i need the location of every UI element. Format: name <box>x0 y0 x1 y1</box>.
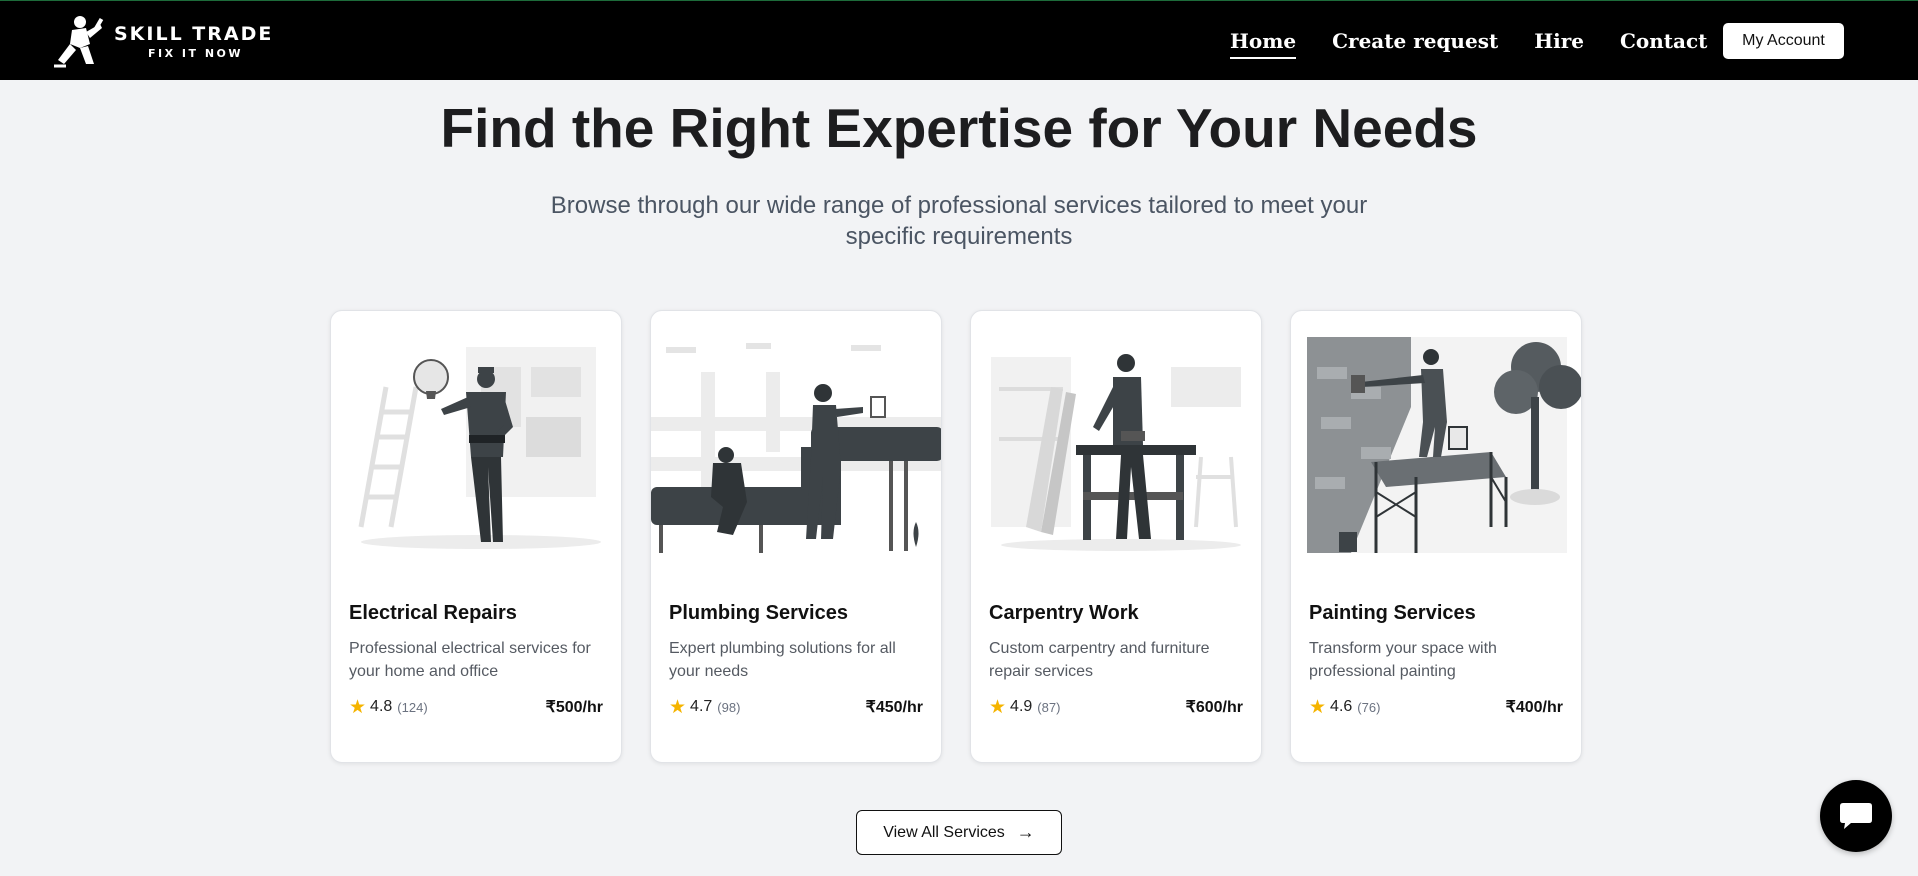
service-price: ₹600/hr <box>1185 699 1243 716</box>
service-card-painting[interactable]: Painting Services Transform your space w… <box>1290 310 1582 763</box>
arrow-right-icon: → <box>1016 822 1035 842</box>
rating-value: 4.7 <box>690 698 713 715</box>
handyman-logo-icon <box>54 16 104 68</box>
brand-logo[interactable]: SKILL TRADE FIX IT NOW <box>50 14 273 70</box>
service-title: Carpentry Work <box>989 602 1139 624</box>
review-count: (98) <box>717 699 741 715</box>
electrician-illustration <box>331 327 621 553</box>
service-description: Expert plumbing solutions for all your n… <box>669 640 896 680</box>
nav-link-home[interactable]: Home <box>1230 29 1297 59</box>
service-rating: ★ 4.9 (87) <box>989 698 1060 717</box>
nav-link-contact[interactable]: Contact <box>1620 29 1707 53</box>
star-icon: ★ <box>669 696 687 718</box>
carpenter-illustration <box>971 327 1261 553</box>
services-grid: Electrical Repairs Professional electric… <box>330 310 1582 763</box>
service-meta: ★ 4.7 (98) ₹450/hr <box>669 697 923 717</box>
service-meta: ★ 4.6 (76) ₹400/hr <box>1309 697 1563 717</box>
service-price: ₹450/hr <box>865 699 923 716</box>
brand-tagline: FIX IT NOW <box>148 47 244 60</box>
service-card-plumbing[interactable]: Plumbing Services Expert plumbing soluti… <box>650 310 942 763</box>
top-navbar: SKILL TRADE FIX IT NOW Home Create reque… <box>0 0 1918 80</box>
service-description: Transform your space with professional p… <box>1309 640 1497 680</box>
service-price: ₹500/hr <box>545 699 603 716</box>
star-icon: ★ <box>1309 696 1327 718</box>
view-all-label: View All Services <box>883 823 1005 841</box>
nav-link-create-request[interactable]: Create request <box>1332 29 1498 53</box>
view-all-services-button[interactable]: View All Services → <box>856 810 1062 855</box>
service-description: Professional electrical services for you… <box>349 640 591 680</box>
service-rating: ★ 4.7 (98) <box>669 698 740 717</box>
chat-bubble-icon <box>1840 803 1872 829</box>
page-title: Find the Right Expertise for Your Needs <box>440 97 1478 159</box>
star-icon: ★ <box>989 696 1007 718</box>
painter-illustration <box>1291 327 1581 553</box>
service-meta: ★ 4.8 (124) ₹500/hr <box>349 697 603 717</box>
review-count: (87) <box>1037 699 1061 715</box>
service-description: Custom carpentry and furniture repair se… <box>989 640 1210 680</box>
service-title: Plumbing Services <box>669 602 848 624</box>
service-rating: ★ 4.6 (76) <box>1309 698 1380 717</box>
rating-value: 4.9 <box>1010 698 1033 715</box>
service-title: Electrical Repairs <box>349 602 517 624</box>
main-nav: Home Create request Hire Contact <box>1230 1 1743 81</box>
service-price: ₹400/hr <box>1505 699 1563 716</box>
plumber-illustration <box>651 327 941 553</box>
nav-link-hire[interactable]: Hire <box>1534 29 1584 53</box>
my-account-button[interactable]: My Account <box>1723 23 1844 59</box>
rating-value: 4.8 <box>370 698 393 715</box>
service-title: Painting Services <box>1309 602 1476 624</box>
chat-button[interactable] <box>1820 780 1892 852</box>
service-rating: ★ 4.8 (124) <box>349 698 428 717</box>
rating-value: 4.6 <box>1330 698 1353 715</box>
brand-name: SKILL TRADE <box>114 23 274 45</box>
review-count: (124) <box>397 699 428 715</box>
service-card-electrical[interactable]: Electrical Repairs Professional electric… <box>330 310 622 763</box>
review-count: (76) <box>1357 699 1381 715</box>
service-card-carpentry[interactable]: Carpentry Work Custom carpentry and furn… <box>970 310 1262 763</box>
star-icon: ★ <box>349 696 367 718</box>
page-subtitle: Browse through our wide range of profess… <box>550 192 1368 250</box>
service-meta: ★ 4.9 (87) ₹600/hr <box>989 697 1243 717</box>
